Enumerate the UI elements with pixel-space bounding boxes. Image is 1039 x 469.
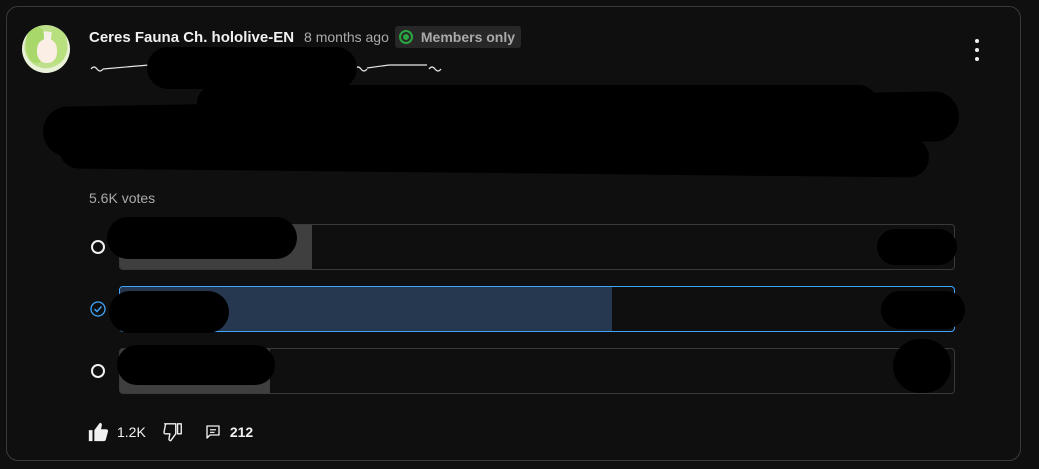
like-count: 1.2K [117, 424, 146, 440]
dot-icon [975, 48, 979, 52]
redaction-mark [109, 291, 229, 333]
comment-icon [206, 425, 220, 439]
post-actions: 1.2K 212 [87, 419, 253, 445]
redaction-mark [58, 128, 930, 178]
more-options-button[interactable] [973, 39, 981, 61]
like-button[interactable]: 1.2K [87, 421, 146, 443]
poll-vote-count: 5.6K votes [89, 190, 156, 206]
thumbs-up-icon [88, 422, 109, 442]
redaction-mark [107, 217, 297, 259]
poll-option-radio[interactable] [91, 364, 105, 378]
redaction-mark [197, 85, 877, 121]
redaction-mark [881, 291, 965, 329]
poll-option-radio[interactable] [91, 240, 105, 254]
comment-count: 212 [229, 424, 254, 440]
thumbs-down-icon [163, 423, 182, 442]
dot-icon [975, 39, 979, 43]
community-post-card: Ceres Fauna Ch. hololive-EN 8 months ago… [6, 6, 1021, 461]
selected-check-icon[interactable] [90, 301, 106, 317]
redaction-mark [877, 229, 957, 265]
channel-name[interactable]: Ceres Fauna Ch. hololive-EN [89, 29, 294, 46]
post-header: Ceres Fauna Ch. hololive-EN 8 months ago… [89, 26, 522, 48]
redaction-mark [893, 339, 951, 393]
post-time[interactable]: 8 months ago [304, 29, 389, 45]
comments-button[interactable]: 212 [204, 423, 253, 441]
avatar-face [37, 39, 57, 63]
star-badge-icon [398, 30, 413, 44]
channel-avatar[interactable] [22, 25, 70, 73]
dislike-button[interactable] [162, 421, 184, 443]
redaction-mark [147, 47, 357, 89]
poll-option[interactable] [119, 286, 955, 332]
badge-label: Members only [420, 29, 516, 45]
dot-icon [975, 57, 979, 61]
redaction-mark [117, 345, 275, 385]
members-only-badge: Members only [394, 26, 522, 48]
